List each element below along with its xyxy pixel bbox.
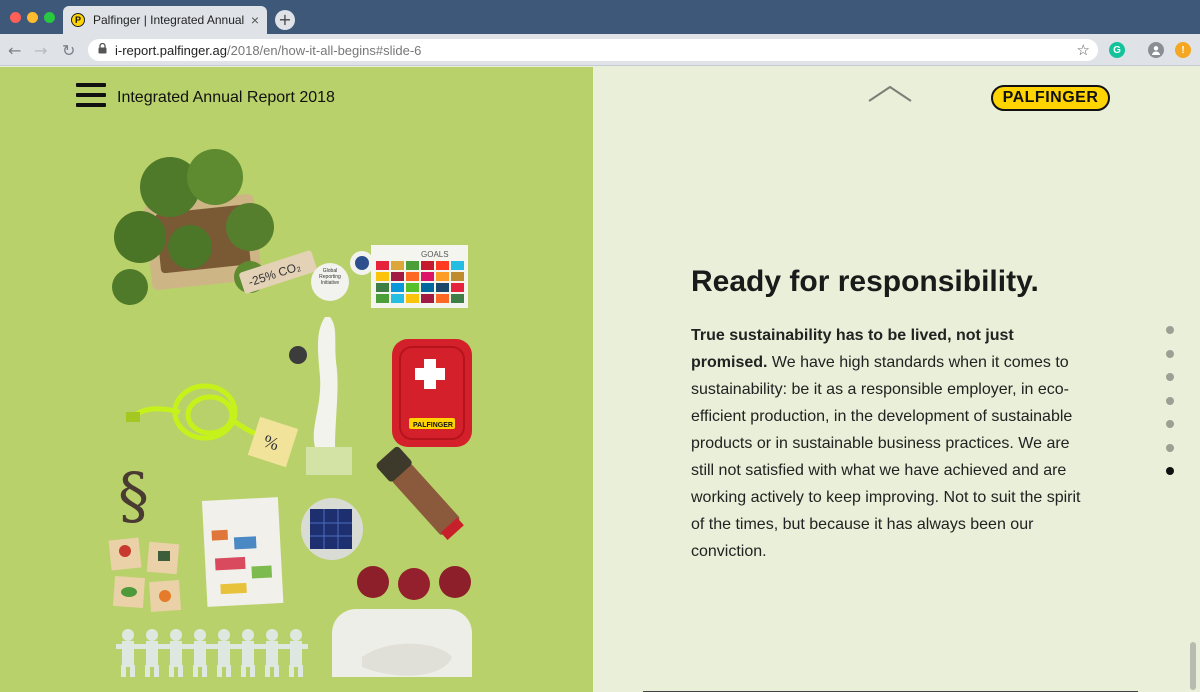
pager-dot-7[interactable] bbox=[1166, 467, 1174, 475]
body-paragraph: True sustainability has to be lived, not… bbox=[691, 322, 1091, 565]
pager-dot-6[interactable] bbox=[1166, 443, 1174, 452]
svg-text:PALFINGER: PALFINGER bbox=[413, 422, 453, 429]
body-text: We have high standards when it comes to … bbox=[691, 354, 1081, 560]
gri-badge: Global Reporting Initiative bbox=[311, 251, 374, 301]
paper-person bbox=[284, 629, 308, 677]
toy-truck bbox=[376, 446, 464, 540]
cable bbox=[130, 383, 271, 441]
apple bbox=[357, 566, 389, 598]
paper-person bbox=[164, 629, 188, 677]
paper-person bbox=[188, 629, 212, 677]
sdg-tile bbox=[391, 283, 404, 292]
tab-title: Palfinger | Integrated Annual R bbox=[93, 13, 245, 27]
content-panel: PALFINGER Ready for responsibility. True… bbox=[593, 67, 1200, 692]
pager-dot-3[interactable] bbox=[1166, 373, 1174, 381]
sdg-tile bbox=[436, 294, 449, 303]
sdg-tile bbox=[451, 272, 464, 281]
url-host: i-report.palfinger.ag bbox=[115, 42, 228, 58]
close-window-button[interactable] bbox=[10, 12, 21, 23]
paper-people bbox=[116, 629, 308, 677]
sdg-tile bbox=[436, 261, 449, 270]
browser-toolbar: ← → ↻ i-report.palfinger.ag/2018/en/how-… bbox=[0, 34, 1200, 66]
sdg-tile bbox=[376, 294, 389, 303]
plug bbox=[126, 412, 140, 422]
percent-note: % bbox=[247, 416, 299, 468]
bookmark-star-icon[interactable]: ☆ bbox=[1077, 41, 1090, 59]
page-headline: Ready for responsibility. bbox=[691, 265, 1039, 298]
sdg-tile bbox=[436, 272, 449, 281]
sdg-tile bbox=[376, 261, 389, 270]
sdg-tile bbox=[391, 294, 404, 303]
sdg-tile bbox=[421, 272, 434, 281]
paper-person bbox=[140, 629, 164, 677]
paper-person bbox=[260, 629, 284, 677]
scrollbar[interactable] bbox=[1190, 642, 1196, 690]
palfinger-favicon-icon: P bbox=[71, 13, 85, 27]
sdg-tile bbox=[406, 294, 419, 303]
sdg-tile bbox=[421, 261, 434, 270]
new-tab-button[interactable]: + bbox=[275, 10, 295, 30]
paper-person bbox=[236, 629, 260, 677]
sdg-tile bbox=[376, 272, 389, 281]
sustainability-flat-lay-image: -25% CO₂ Global Reporting Initiative GOA… bbox=[108, 149, 472, 677]
apple bbox=[439, 566, 471, 598]
maximize-window-button[interactable] bbox=[44, 12, 55, 23]
paragraph-sign: § bbox=[118, 459, 149, 532]
soap-bar bbox=[332, 609, 472, 677]
minimize-window-button[interactable] bbox=[27, 12, 38, 23]
sdg-card: GOALS bbox=[371, 245, 468, 308]
sdg-tile bbox=[451, 261, 464, 270]
solar-jar bbox=[301, 498, 363, 560]
sdg-tile bbox=[406, 261, 419, 270]
forward-button[interactable]: → bbox=[34, 41, 47, 60]
trophy bbox=[289, 317, 352, 475]
svg-text:GOALS: GOALS bbox=[421, 250, 449, 259]
illustration-panel: Integrated Annual Report 2018 -25% CO₂ G… bbox=[0, 67, 593, 692]
sdg-tile bbox=[406, 283, 419, 292]
browser-tab[interactable]: P Palfinger | Integrated Annual R × bbox=[63, 6, 267, 34]
pager-dot-4[interactable] bbox=[1166, 396, 1174, 405]
page: Integrated Annual Report 2018 -25% CO₂ G… bbox=[0, 67, 1200, 692]
sdg-tile bbox=[406, 272, 419, 281]
pager-dot-2[interactable] bbox=[1166, 349, 1174, 358]
url-path: /2018/en/how-it-all-begins#slide-6 bbox=[227, 42, 422, 58]
wooden-cubes bbox=[108, 537, 182, 613]
sdg-tile bbox=[421, 283, 434, 292]
update-alert-icon[interactable]: ! bbox=[1175, 42, 1191, 58]
chevron-up-icon[interactable] bbox=[868, 85, 912, 103]
pager-dot-1[interactable] bbox=[1166, 326, 1174, 334]
sdg-tile bbox=[436, 283, 449, 292]
paper-person bbox=[212, 629, 236, 677]
browser-tab-strip: P Palfinger | Integrated Annual R × + bbox=[0, 0, 1200, 34]
sdg-tile bbox=[391, 272, 404, 281]
back-button[interactable]: ← bbox=[8, 41, 21, 60]
profile-avatar-icon[interactable] bbox=[1148, 42, 1164, 58]
paper-person bbox=[116, 629, 140, 677]
address-bar[interactable]: i-report.palfinger.ag/2018/en/how-it-all… bbox=[88, 39, 1098, 61]
pager-dot-5[interactable] bbox=[1166, 420, 1174, 428]
booklet bbox=[201, 497, 284, 607]
tab-close-icon[interactable]: × bbox=[251, 12, 259, 28]
reload-button[interactable]: ↻ bbox=[62, 41, 75, 60]
first-aid-kit: PALFINGER bbox=[392, 339, 472, 447]
sdg-tile bbox=[391, 261, 404, 270]
apple bbox=[398, 568, 430, 600]
menu-icon[interactable] bbox=[76, 83, 106, 109]
slide-pager bbox=[1166, 326, 1176, 491]
sdg-tile bbox=[376, 283, 389, 292]
sdg-tile bbox=[451, 294, 464, 303]
palfinger-logo[interactable]: PALFINGER bbox=[991, 85, 1110, 111]
lock-icon bbox=[98, 42, 107, 57]
grammarly-extension-icon[interactable]: G bbox=[1109, 42, 1125, 58]
sdg-tile bbox=[451, 283, 464, 292]
report-title[interactable]: Integrated Annual Report 2018 bbox=[117, 89, 335, 107]
sdg-tile bbox=[421, 294, 434, 303]
